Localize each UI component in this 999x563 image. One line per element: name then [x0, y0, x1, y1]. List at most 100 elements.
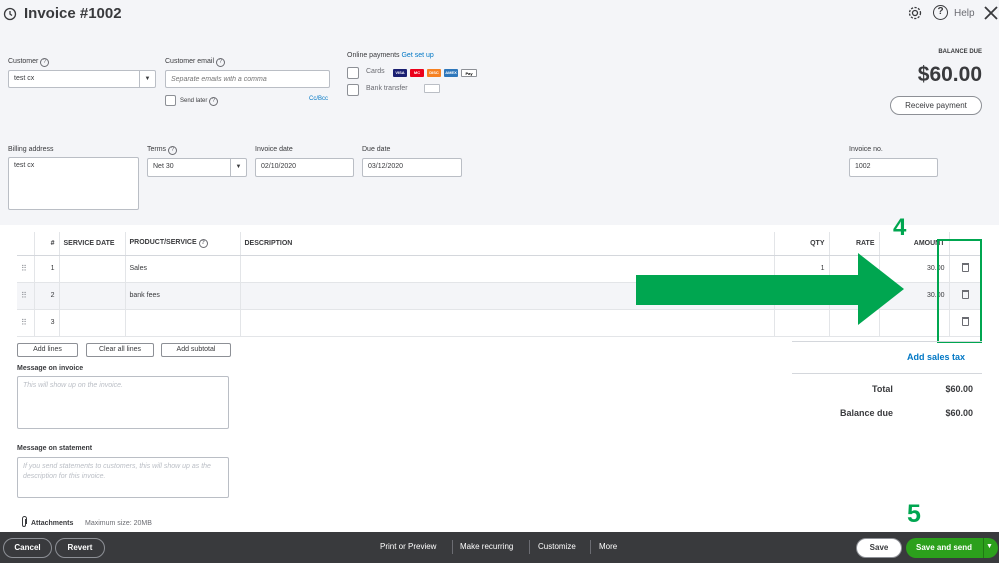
more-link[interactable]: More: [599, 542, 617, 551]
annotation-step-4: 4: [893, 214, 907, 241]
add-lines-button[interactable]: Add lines: [17, 343, 78, 357]
bank-transfer-checkbox[interactable]: [347, 84, 359, 96]
service-date-cell[interactable]: [58, 309, 125, 337]
balance-due-total-label: Balance due: [840, 408, 894, 418]
footer-separator: [452, 540, 453, 554]
customer-email-input[interactable]: [165, 70, 330, 88]
print-preview-link[interactable]: Print or Preview: [380, 542, 436, 551]
annotation-arrow: [636, 253, 904, 325]
invoice-no-input[interactable]: 1002: [849, 158, 938, 177]
annotation-highlight-box: [937, 239, 982, 343]
save-button[interactable]: Save: [856, 538, 902, 558]
paperclip-icon: [22, 516, 27, 527]
message-statement-label: Message on statement: [17, 445, 93, 452]
drag-handle-icon[interactable]: ⠿: [21, 264, 27, 273]
add-sales-tax-link[interactable]: Add sales tax: [907, 352, 965, 362]
customize-link[interactable]: Customize: [538, 542, 576, 551]
help-icon[interactable]: ?: [40, 58, 50, 67]
recent-history-icon[interactable]: [3, 7, 17, 21]
message-statement-input[interactable]: If you send statements to customers, thi…: [17, 457, 229, 498]
product-cell[interactable]: [124, 309, 240, 337]
attachments-label[interactable]: Attachments: [31, 520, 73, 527]
customer-select[interactable]: test cx ▼: [8, 70, 156, 88]
billing-address-input[interactable]: test cx: [8, 157, 139, 210]
close-icon[interactable]: [984, 6, 998, 20]
service-date-cell[interactable]: [58, 255, 125, 283]
terms-select[interactable]: Net 30 ▼: [147, 158, 247, 177]
due-date-input[interactable]: 03/12/2020: [362, 158, 462, 177]
drag-handle[interactable]: ⠿: [17, 255, 34, 283]
chevron-down-icon[interactable]: ▼: [230, 159, 246, 176]
table-header-row: # SERVICE DATE PRODUCT/SERVICE ? DESCRIP…: [17, 232, 982, 256]
footer-bar: Cancel Revert Print or Preview Make recu…: [0, 532, 999, 563]
visa-logo: VISA: [393, 69, 407, 77]
help-link[interactable]: Help: [954, 8, 975, 19]
column-header-product: PRODUCT/SERVICE ?: [124, 232, 240, 256]
revert-button[interactable]: Revert: [55, 538, 105, 558]
column-header-description: DESCRIPTION: [239, 232, 774, 256]
product-cell[interactable]: bank fees: [124, 282, 240, 310]
drag-handle-icon[interactable]: ⠿: [21, 318, 27, 327]
invoice-header: [0, 30, 999, 225]
column-header-num: #: [33, 232, 59, 256]
column-header-service-date: SERVICE DATE: [58, 232, 125, 256]
drag-column-header: [17, 232, 34, 256]
gear-icon[interactable]: [907, 5, 923, 21]
balance-due-total-value: $60.00: [945, 408, 973, 418]
online-payments-label: Online payments Get set up: [347, 52, 434, 59]
invoice-no-label: Invoice no.: [849, 146, 883, 153]
terms-value: Net 30: [153, 163, 174, 170]
bank-transfer-label: Bank transfer: [366, 85, 408, 92]
send-later-label: Send later ?: [180, 97, 219, 106]
help-icon[interactable]: ?: [209, 97, 219, 106]
chevron-down-icon[interactable]: ▼: [986, 543, 993, 550]
get-set-up-link[interactable]: Get set up: [401, 52, 433, 59]
drag-handle[interactable]: ⠿: [17, 309, 34, 337]
invoice-date-input[interactable]: 02/10/2020: [255, 158, 354, 177]
annotation-step-5: 5: [907, 500, 921, 528]
drag-handle-icon[interactable]: ⠿: [21, 291, 27, 300]
apple-pay-logo: Pay: [461, 69, 477, 77]
totals-divider: [792, 373, 982, 374]
make-recurring-link[interactable]: Make recurring: [460, 542, 513, 551]
cards-label: Cards: [366, 68, 385, 75]
customer-value: test cx: [14, 75, 35, 82]
terms-label: Terms ?: [147, 146, 178, 155]
customer-email-label: Customer email ?: [165, 58, 225, 67]
page-title: Invoice #1002: [24, 5, 122, 22]
footer-separator: [590, 540, 591, 554]
column-header-rate: RATE: [828, 232, 879, 256]
message-invoice-label: Message on invoice: [17, 365, 84, 372]
send-later-checkbox[interactable]: [165, 95, 176, 106]
drag-handle[interactable]: ⠿: [17, 282, 34, 310]
row-num: 3: [33, 309, 59, 337]
balance-due-label: BALANCE DUE: [938, 49, 982, 55]
help-icon[interactable]: ?: [168, 146, 178, 155]
save-and-send-split-button[interactable]: Save and send ▼: [906, 538, 998, 558]
footer-separator: [529, 540, 530, 554]
help-icon[interactable]: ?: [933, 5, 948, 20]
row-num: 2: [33, 282, 59, 310]
help-icon[interactable]: ?: [198, 238, 208, 248]
mastercard-logo: MC: [410, 69, 424, 77]
amex-logo: AMEX: [444, 69, 458, 77]
total-label: Total: [872, 384, 893, 394]
service-date-cell[interactable]: [58, 282, 125, 310]
help-icon[interactable]: ?: [215, 58, 225, 67]
cc-bcc-link[interactable]: Cc/Bcc: [309, 96, 328, 102]
save-and-send-button[interactable]: Save and send: [916, 543, 972, 552]
clear-all-lines-button[interactable]: Clear all lines: [86, 343, 154, 357]
cancel-button[interactable]: Cancel: [3, 538, 52, 558]
chevron-down-icon[interactable]: ▼: [139, 71, 155, 87]
bank-icon: [424, 84, 440, 93]
total-value: $60.00: [945, 384, 973, 394]
top-bar: Invoice #1002 ? Help: [0, 0, 999, 30]
column-header-qty: QTY: [773, 232, 829, 256]
cards-checkbox[interactable]: [347, 67, 359, 79]
message-invoice-input[interactable]: This will show up on the invoice.: [17, 376, 229, 429]
add-subtotal-button[interactable]: Add subtotal: [161, 343, 231, 357]
customer-label: Customer ?: [8, 58, 50, 67]
receive-payment-button[interactable]: Receive payment: [890, 96, 982, 115]
product-cell[interactable]: Sales: [124, 255, 240, 283]
attachments-max-size: Maximum size: 20MB: [85, 520, 152, 527]
